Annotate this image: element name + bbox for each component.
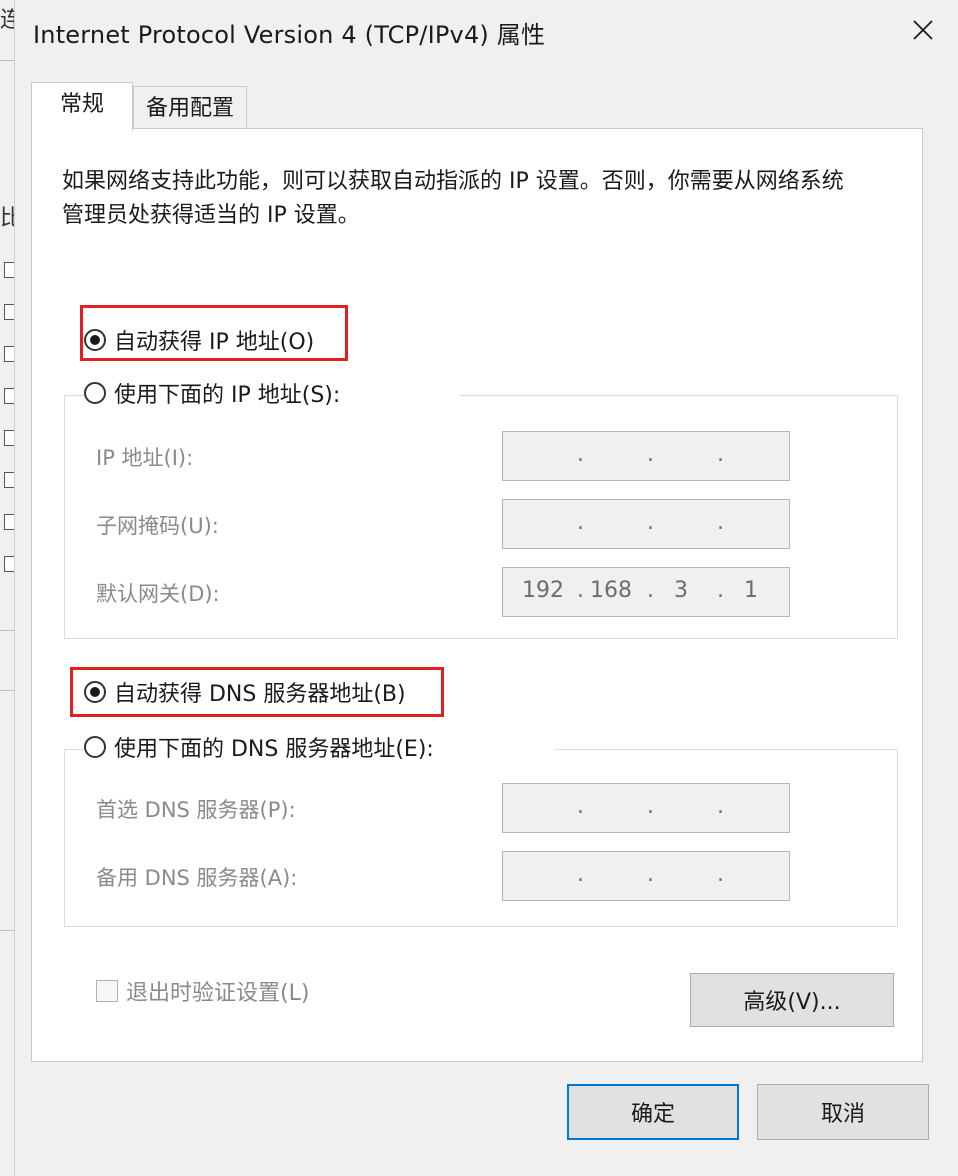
background-divider (0, 690, 14, 691)
highlight-box-auto-ip (80, 305, 348, 361)
ip-octet (719, 852, 779, 900)
validate-on-exit-checkbox[interactable] (96, 980, 118, 1002)
title-bar: Internet Protocol Version 4 (TCP/IPv4) 属… (15, 0, 958, 62)
ip-octet (719, 500, 779, 548)
ip-octet (649, 852, 709, 900)
ip-octet (581, 852, 641, 900)
subnet-mask-label: 子网掩码(U): (96, 514, 219, 538)
manual-dns-label: 使用下面的 DNS 服务器地址(E): (114, 737, 434, 762)
ip-octet (581, 500, 641, 548)
manual-ip-radio-row[interactable]: 使用下面的 IP 地址(S): (84, 376, 461, 410)
tab-alternate-configuration[interactable]: 备用配置 (133, 86, 247, 129)
ip-octet: 168 (590, 578, 632, 603)
background-divider (0, 930, 14, 931)
ip-octet (649, 432, 709, 480)
validate-on-exit-label: 退出时验证设置(L) (126, 981, 310, 1006)
ip-octet: 192 (522, 578, 564, 603)
ip-octet (507, 500, 567, 548)
default-gateway-label: 默认网关(D): (96, 582, 220, 606)
ip-octet (649, 784, 709, 832)
manual-ip-radio[interactable] (84, 382, 106, 404)
background-divider (0, 60, 14, 61)
tab-general[interactable]: 常规 (31, 82, 133, 131)
ip-octet (649, 500, 709, 548)
ip-octet: 3 (674, 578, 688, 603)
preferred-dns-input[interactable]: . . . (502, 783, 790, 833)
ipv4-properties-dialog: Internet Protocol Version 4 (TCP/IPv4) 属… (14, 0, 958, 1176)
background-text-fragment: 连 (0, 2, 14, 34)
alternate-dns-label: 备用 DNS 服务器(A): (96, 866, 298, 890)
advanced-button[interactable]: 高级(V)... (690, 973, 894, 1027)
validate-on-exit-row[interactable]: 退出时验证设置(L) (96, 975, 309, 1007)
preferred-dns-label: 首选 DNS 服务器(P): (96, 798, 296, 822)
alternate-dns-input[interactable]: . . . (502, 851, 790, 901)
close-icon (913, 20, 933, 40)
default-gateway-input[interactable]: 192 . 168 . 3 . 1 (502, 567, 790, 617)
description-text: 如果网络支持此功能，则可以获取自动指派的 IP 设置。否则，你需要从网络系统管理… (62, 169, 844, 228)
ip-octet (507, 784, 567, 832)
ip-octet (719, 784, 779, 832)
background-text-fragment: 比 (0, 200, 14, 232)
manual-ip-label: 使用下面的 IP 地址(S): (114, 383, 341, 408)
window-title: Internet Protocol Version 4 (TCP/IPv4) 属… (33, 21, 546, 49)
ip-octet (507, 852, 567, 900)
ok-button[interactable]: 确定 (567, 1084, 739, 1140)
general-tab-panel: 如果网络支持此功能，则可以获取自动指派的 IP 设置。否则，你需要从网络系统管理… (31, 128, 923, 1062)
highlight-box-auto-dns (70, 667, 444, 717)
cancel-button[interactable]: 取消 (757, 1084, 929, 1140)
ip-octet (581, 784, 641, 832)
subnet-mask-input[interactable]: . . . (502, 499, 790, 549)
ip-octet (507, 432, 567, 480)
background-window-fragment: 连 比 (0, 0, 15, 1176)
ip-address-label: IP 地址(I): (96, 446, 194, 470)
close-button[interactable] (901, 10, 945, 50)
ip-address-input[interactable]: . . . (502, 431, 790, 481)
manual-dns-radio[interactable] (84, 736, 106, 758)
ip-octet: 1 (744, 578, 758, 603)
manual-dns-radio-row[interactable]: 使用下面的 DNS 服务器地址(E): (84, 730, 554, 764)
ip-octet (581, 432, 641, 480)
background-divider (0, 630, 14, 631)
ip-octet (719, 432, 779, 480)
